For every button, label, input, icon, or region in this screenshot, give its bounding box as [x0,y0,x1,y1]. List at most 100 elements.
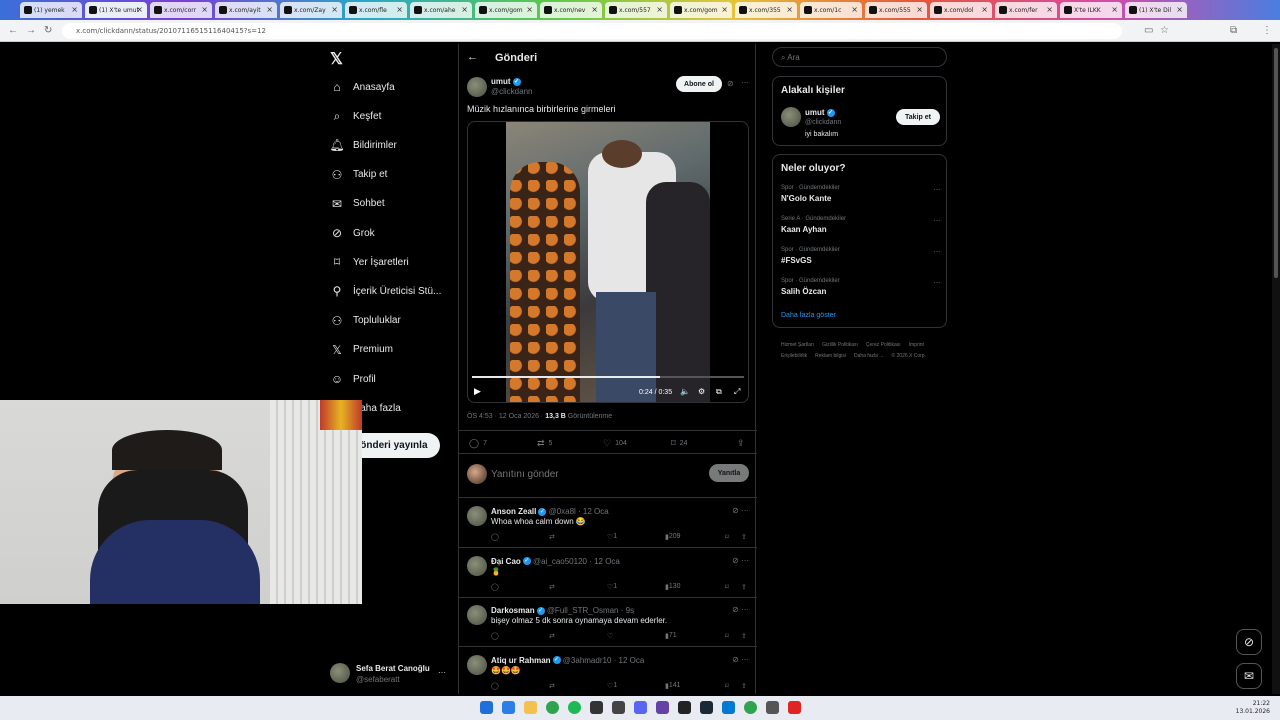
reply-author-name[interactable]: Atiq ur Rahman [491,656,551,665]
clock[interactable]: 21:22 13.01.2026 [1236,700,1270,716]
repost-icon[interactable]: ⇄ [549,583,555,591]
reply-avatar[interactable] [467,605,487,625]
reply-author-name[interactable]: Darkosman [491,606,535,615]
close-icon[interactable]: × [396,5,403,14]
reply-item[interactable]: Darkosman ✓ @Full_STR_Osman · 9s ⊘ ··· bişe… [459,597,757,647]
sidebar-item-takip-et[interactable]: ⚇ Takip et [330,163,388,187]
star-icon[interactable]: ☆ [1160,25,1169,36]
browser-tab[interactable]: x.com/gom × [670,2,732,18]
close-icon[interactable]: × [721,5,728,14]
close-icon[interactable]: × [1046,5,1053,14]
reply-item[interactable]: Đại Cao ✓ @ai_cao50120 · 12 Oca ⊘ ··· 🍍 ◯ ⇄ ♡ … [459,548,757,598]
footer-link[interactable]: Erişilebilirlik [781,351,807,362]
repost-stat[interactable]: ⇄ 5 [537,438,552,449]
close-icon[interactable]: × [201,5,208,14]
footer-link[interactable]: Reklam bilgisi [815,351,846,362]
youtube-icon[interactable] [788,701,801,714]
spotify-icon[interactable] [568,701,581,714]
show-more-link[interactable]: Daha fazla göster [781,312,836,319]
reply-icon[interactable]: ◯ [491,682,499,690]
address-bar[interactable]: x.com/clickdann/status/20107116515116404… [62,23,1122,39]
author-handle[interactable]: @clickdann [491,87,532,96]
bookmark-icon[interactable]: ⌑ [725,583,729,591]
trend-item[interactable]: Spor · Gündemdekiler #FSvGS ··· [781,247,941,265]
footer-link[interactable]: Imprint [909,340,924,351]
forward-icon[interactable]: → [26,25,36,36]
sidebar-item-i-çerik-üreticisi-stü[interactable]: ⚲ İçerik Üreticisi Stü... [330,279,442,303]
bookmark-icon[interactable]: ⌑ [725,632,729,640]
messages-float-button[interactable]: ✉ [1236,663,1262,689]
menu-icon[interactable]: ⋮ [1262,25,1272,36]
bookmark-icon[interactable]: ⌑ [725,682,729,690]
reply-author-name[interactable]: Anson Zeall [491,507,536,516]
trend-item[interactable]: Serie A · Gündemdekiler Kaan Ayhan ··· [781,216,941,234]
share-icon[interactable]: ⇪ [741,533,747,541]
reply-handle[interactable]: @3ahmadr10 · 12 Oca [563,656,645,665]
reply-author-name[interactable]: Đại Cao [491,557,521,566]
reply-more-icon[interactable]: ⊘ ··· [732,605,749,614]
reply-more-icon[interactable]: ⊘ ··· [732,556,749,565]
share-icon[interactable]: ⇪ [741,632,747,640]
views-stat[interactable]: ▮ 71 [665,632,677,640]
reply-avatar[interactable] [467,555,487,576]
follow-button[interactable]: Takip et [896,109,940,125]
browser-tab[interactable]: x.com/fer × [995,2,1057,18]
close-icon[interactable]: × [461,5,468,14]
close-icon[interactable]: × [1111,5,1118,14]
app-icon[interactable] [678,701,691,714]
sidebar-item-keşfet[interactable]: ⌕ Keşfet [330,104,382,128]
volume-icon[interactable]: 🔈 [680,387,690,396]
reply-more-icon[interactable]: ⊘ ··· [732,506,749,515]
views-stat[interactable]: ▮ 130 [665,583,681,591]
search-input[interactable]: ⌕ Ara [772,47,947,67]
close-icon[interactable]: × [916,5,923,14]
reply-stat[interactable]: ◯ 7 [469,438,487,449]
like-button[interactable]: ♡ [607,632,613,640]
sidebar-item-anasayfa[interactable]: ⌂ Anasayfa [330,75,394,99]
share-icon[interactable]: ⇪ [741,583,747,591]
app-icon[interactable] [612,701,625,714]
reply-handle[interactable]: @Full_STR_Osman · 9s [547,606,634,615]
reply-icon[interactable]: ◯ [491,583,499,591]
close-icon[interactable]: × [656,5,663,14]
footer-link[interactable]: Çerez Politikası [866,340,901,351]
browser-tab[interactable]: (1) yemek × [20,2,82,18]
footer-link[interactable]: Gizlilik Politikası [822,340,858,351]
relevant-avatar[interactable] [781,107,801,127]
views-stat[interactable]: ▮ 141 [665,682,681,690]
like-button[interactable]: ♡ 1 [607,533,617,541]
grok-float-button[interactable]: ⊘ [1236,629,1262,655]
relevant-name[interactable]: umut ✓ [805,108,835,117]
reply-button[interactable]: Yanıtla [709,464,749,482]
reply-input[interactable] [491,466,661,482]
close-icon[interactable]: × [591,5,598,14]
settings-icon[interactable]: ⚙ [698,387,705,396]
author-name[interactable]: umut ✓ [491,77,521,86]
browser-tab[interactable]: x.com/nev × [540,2,602,18]
back-icon[interactable]: ← [8,25,18,36]
repost-icon[interactable]: ⇄ [549,533,555,541]
views-stat[interactable]: ▮ 209 [665,533,681,541]
reply-avatar[interactable] [467,654,487,675]
like-button[interactable]: ♡ 1 [607,682,617,690]
scrollbar-thumb[interactable] [1274,48,1278,278]
author-avatar[interactable] [467,77,487,97]
browser-tab[interactable]: x.com/fle × [345,2,407,18]
account-more-icon[interactable]: ··· [438,668,446,677]
reply-avatar[interactable] [467,506,487,526]
browser-tab[interactable]: x.com/557 × [605,2,667,18]
browser-tab[interactable]: x.com/1c × [800,2,862,18]
repost-icon[interactable]: ⇄ [549,682,555,690]
app-icon[interactable] [590,701,603,714]
steam-icon[interactable] [700,701,713,714]
reply-item[interactable]: Anson Zeall ✓ @0xa8l · 12 Oca ⊘ ··· Whoa wh… [459,498,757,548]
close-icon[interactable]: × [266,5,273,14]
settings-icon[interactable] [766,701,779,714]
sidebar-item-sohbet[interactable]: ✉ Sohbet [330,192,385,216]
browser-tab[interactable]: (1) X'te Dil × [1125,2,1187,18]
sidebar-item-premium[interactable]: 𝕏 Premium [330,338,393,362]
reply-handle[interactable]: @ai_cao50120 · 12 Oca [533,557,620,566]
twitch-icon[interactable] [656,701,669,714]
trend-more-icon[interactable]: ··· [933,278,941,287]
reply-more-icon[interactable]: ⊘ ··· [732,655,749,664]
